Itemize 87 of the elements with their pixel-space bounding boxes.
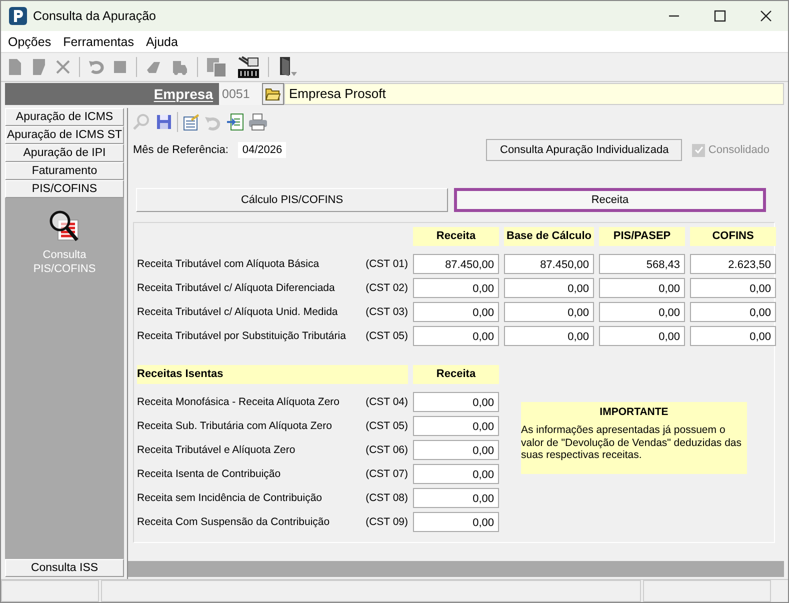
row-label: Receita Tributável c/ Alíquota Unid. Medida [137,306,339,318]
value-field[interactable]: 0,00 [599,302,685,322]
value-field[interactable]: 0,00 [690,278,776,298]
sidebar-item[interactable]: PIS/COFINS [5,180,124,198]
column-header: PIS/PASEP [599,227,685,246]
value-field[interactable]: 0,00 [690,302,776,322]
row-label: Receita Monofásica - Receita Alíquota Zero [137,396,341,408]
company-code-field[interactable]: 0051 [219,83,262,105]
spreadsheet-export-icon[interactable] [226,113,244,131]
row-label: Receita sem Incidência de Contribuição [137,492,324,504]
value-field[interactable]: 87.450,00 [413,254,499,274]
window-title: Consulta da Apuração [33,9,156,23]
tab[interactable]: Cálculo PIS/COFINS [136,188,448,212]
menu-item[interactable]: Opções [8,34,52,48]
column-header: Receita [413,227,499,246]
cst-code: (CST 03) [364,306,408,318]
value-field[interactable]: 568,43 [599,254,685,274]
printer-icon[interactable] [248,113,268,131]
value-field[interactable]: 2.623,50 [690,254,776,274]
row-label: Receita Sub. Tributária com Alíquota Zero [137,420,333,432]
value-field[interactable]: 0,00 [690,326,776,346]
cst-code: (CST 07) [364,468,408,480]
value-field[interactable]: 0,00 [413,416,499,436]
section-header: Receitas Isentas [137,365,408,384]
value-field[interactable]: 0,00 [413,278,499,298]
value-field[interactable]: 0,00 [413,488,499,508]
documents-icon[interactable] [206,56,228,78]
value-field[interactable]: 0,00 [413,512,499,532]
value-field[interactable]: 0,00 [413,302,499,322]
value-field[interactable]: 0,00 [504,302,594,322]
company-name-field[interactable]: Empresa Prosoft [284,83,784,105]
cst-code: (CST 06) [364,444,408,456]
value-field[interactable]: 0,00 [413,392,499,412]
value-field[interactable]: 0,00 [413,326,499,346]
menu-item[interactable]: Ajuda [146,34,178,48]
notice-title: IMPORTANTE [598,406,670,418]
cst-code: (CST 05) [364,420,408,432]
reference-month-field[interactable]: 04/2026 [238,142,286,158]
exit-door-icon[interactable] [277,55,299,79]
value-field[interactable]: 0,00 [599,326,685,346]
undo-icon[interactable] [88,58,104,76]
row-label: Receita Tributável com Alíquota Básica [137,258,320,270]
value-field[interactable]: 0,00 [504,278,594,298]
tab[interactable]: Receita [454,188,766,212]
close-icon[interactable] [760,10,772,22]
cst-code: (CST 04) [364,396,408,408]
edit-note-icon[interactable] [182,113,200,131]
individual-query-button[interactable]: Consulta Apuração Individualizada [486,139,682,161]
reference-month-label: Mês de Referência: [133,144,228,156]
column-header: Base de Cálculo [504,227,594,246]
value-field[interactable]: 87.450,00 [504,254,594,274]
maximize-icon[interactable] [714,10,726,22]
row-label: Receita Tributável c/ Alíquota Diferenciada [137,282,336,294]
app-logo-icon [9,7,27,25]
row-label: Receita Tributável e Alíquota Zero [137,444,296,456]
edit-document-icon[interactable] [31,58,47,76]
row-label: Receita Tributável por Substituição Tributária [137,330,347,342]
new-document-icon[interactable] [7,58,23,76]
sidebar-item[interactable]: Apuração de ICMS ST [5,126,124,144]
value-field[interactable]: 0,00 [504,326,594,346]
truck-icon[interactable] [171,58,189,76]
sidebar-item[interactable]: Apuração de IPI [5,144,124,162]
company-label: Empresa [152,85,214,104]
value-field[interactable]: 0,00 [599,278,685,298]
sidebar-item[interactable]: Faturamento [5,162,124,180]
row-label: Receita Com Suspensão da Contribuição [137,516,331,528]
value-field[interactable]: 0,00 [413,440,499,460]
cst-code: (CST 05) [364,330,408,342]
stop-icon[interactable] [112,58,128,76]
magnifier-report-icon [48,210,82,244]
consolidated-label: Consolidado [708,144,770,156]
column-header: COFINS [690,227,776,246]
cst-code: (CST 08) [364,492,408,504]
cst-code: (CST 09) [364,516,408,528]
notice-text: As informações apresentadas já possuem o valor de "Devolução de Vendas" deduzidas das suas respectivas receitas. [521,424,743,462]
cst-code: (CST 01) [364,258,408,270]
column-header: Receita [413,365,499,384]
row-label: Receita Isenta de Contribuição [137,468,282,480]
delete-icon[interactable] [55,58,71,76]
sidebar-item[interactable]: Apuração de ICMS [5,108,124,126]
value-field[interactable]: 0,00 [413,464,499,484]
cst-code: (CST 02) [364,282,408,294]
folder-icon [265,87,281,101]
save-icon[interactable] [155,113,173,131]
open-folder-button[interactable] [262,83,284,105]
sidebar-item[interactable]: Consulta ISS [5,559,124,577]
menu-item[interactable]: Ferramentas [63,34,134,48]
